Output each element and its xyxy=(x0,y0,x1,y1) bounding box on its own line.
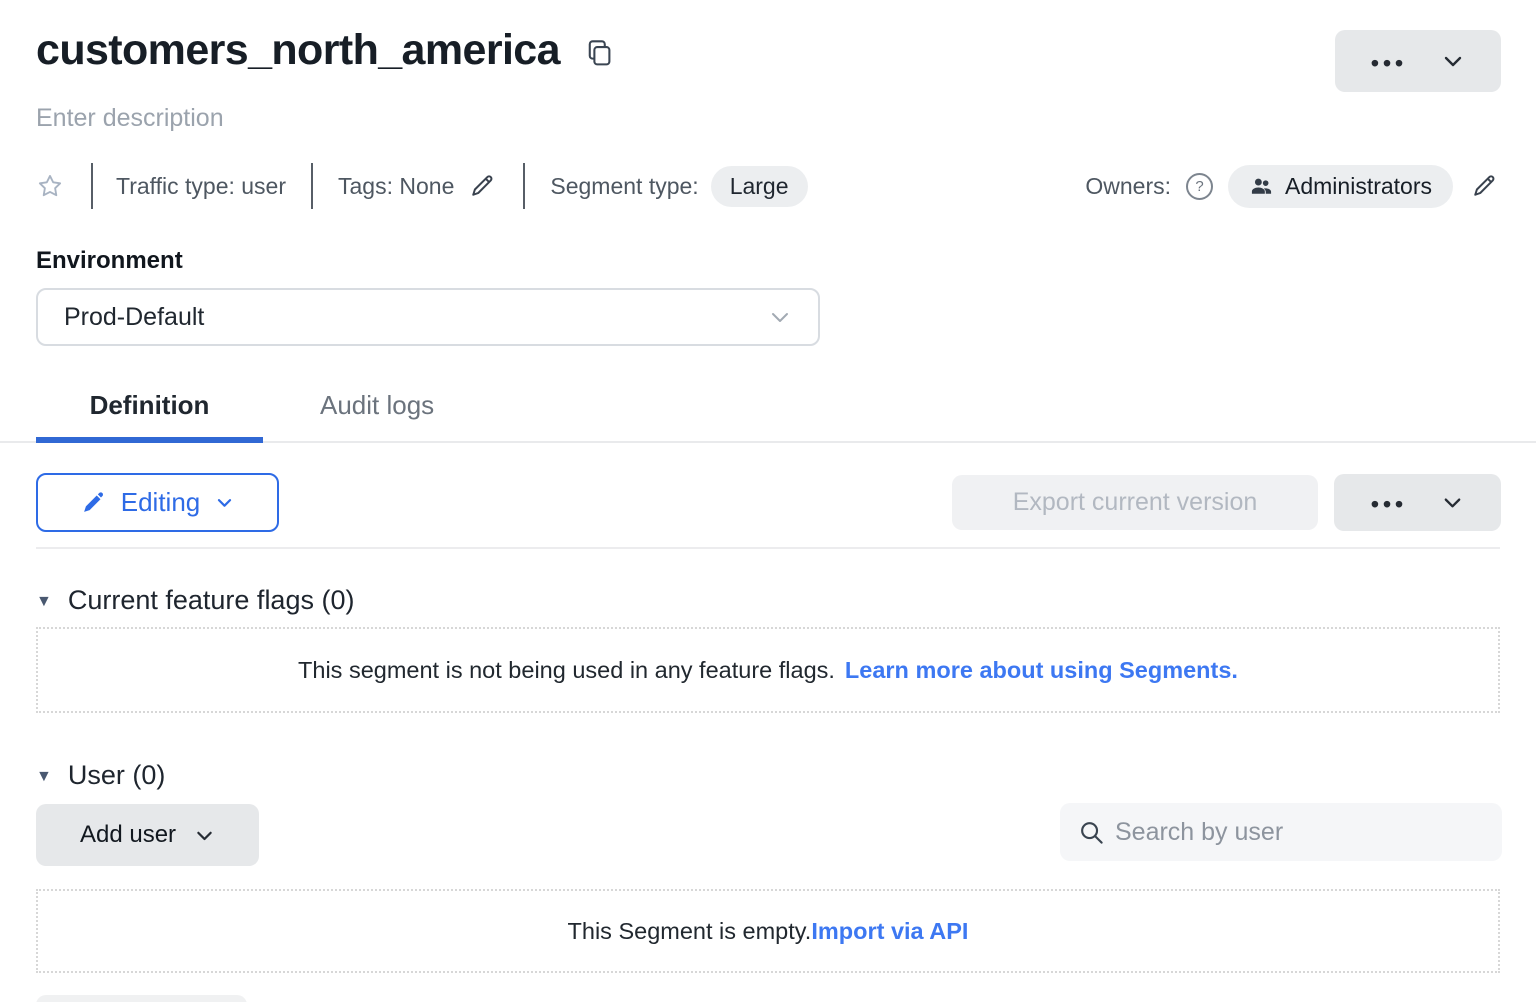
chevron-down-icon xyxy=(194,825,215,846)
page-header: customers_north_america xyxy=(36,26,614,75)
collapse-caret-icon: ▼ xyxy=(36,591,52,610)
tab-definition[interactable]: Definition xyxy=(36,390,263,421)
star-icon xyxy=(36,172,64,200)
feature-flags-empty-state: This segment is not being used in any fe… xyxy=(36,627,1500,713)
environment-value: Prod-Default xyxy=(64,303,768,332)
description-placeholder[interactable]: Enter description xyxy=(36,104,224,133)
cutoff-bottom-button[interactable] xyxy=(36,995,247,1002)
divider xyxy=(523,163,525,209)
tags-label: Tags: None xyxy=(338,173,454,200)
edit-tags-button[interactable] xyxy=(466,170,498,202)
edit-owners-button[interactable] xyxy=(1468,170,1500,202)
chevron-down-icon xyxy=(1441,49,1465,73)
segment-type-badge: Large xyxy=(711,166,808,207)
owners-label: Owners: xyxy=(1085,173,1171,200)
tab-audit-logs[interactable]: Audit logs xyxy=(320,390,434,421)
environment-select[interactable]: Prod-Default xyxy=(36,288,820,346)
segment-type-label: Segment type: xyxy=(550,173,698,200)
favorite-button[interactable] xyxy=(36,172,64,200)
divider xyxy=(91,163,93,209)
help-icon[interactable]: ? xyxy=(1186,173,1213,200)
user-section-header[interactable]: ▼ User (0) xyxy=(36,760,165,791)
editing-label: Editing xyxy=(121,487,201,518)
active-tab-indicator xyxy=(36,437,263,443)
search-icon xyxy=(1078,819,1105,846)
people-icon xyxy=(1249,174,1274,199)
user-heading: User (0) xyxy=(68,760,166,791)
chevron-down-icon xyxy=(768,305,792,329)
ellipsis-icon: ••• xyxy=(1371,48,1407,75)
chevron-down-icon xyxy=(1441,491,1464,514)
user-search xyxy=(1060,803,1502,861)
feature-flags-empty-text: This segment is not being used in any fe… xyxy=(298,657,835,684)
toolbar-more-button[interactable]: ••• xyxy=(1334,474,1501,531)
segment-detail-page: customers_north_america Enter descriptio… xyxy=(0,0,1536,1002)
meta-bar: Traffic type: user Tags: None Segment ty… xyxy=(36,163,1500,209)
search-by-user-input[interactable] xyxy=(1115,818,1484,847)
copy-name-button[interactable] xyxy=(584,38,614,70)
pencil-icon xyxy=(468,172,496,200)
environment-label: Environment xyxy=(36,247,183,275)
export-version-button[interactable]: Export current version xyxy=(952,475,1318,530)
learn-more-link[interactable]: Learn more about using Segments. xyxy=(845,657,1238,684)
owners-value: Administrators xyxy=(1285,173,1432,200)
feature-flags-section-header[interactable]: ▼ Current feature flags (0) xyxy=(36,585,354,616)
segment-empty-text: This Segment is empty. xyxy=(568,918,812,945)
pencil-icon xyxy=(1470,172,1498,200)
add-user-button[interactable]: Add user xyxy=(36,804,259,866)
feature-flags-heading: Current feature flags (0) xyxy=(68,585,355,616)
import-via-api-link[interactable]: Import via API xyxy=(811,918,968,945)
ellipsis-icon: ••• xyxy=(1371,489,1407,516)
collapse-caret-icon: ▼ xyxy=(36,766,52,785)
editing-mode-button[interactable]: Editing xyxy=(36,473,279,532)
divider xyxy=(311,163,313,209)
section-divider xyxy=(36,547,1500,549)
chevron-down-icon xyxy=(215,493,234,512)
header-more-button[interactable]: ••• xyxy=(1335,30,1501,92)
owners-badge[interactable]: Administrators xyxy=(1228,165,1453,208)
owners-group: Owners: ? Administrators xyxy=(1085,165,1500,208)
user-empty-state: This Segment is empty. Import via API xyxy=(36,889,1500,973)
traffic-type-label: Traffic type: user xyxy=(116,173,286,200)
add-user-label: Add user xyxy=(80,821,176,849)
copy-icon xyxy=(585,39,613,69)
page-title: customers_north_america xyxy=(36,26,560,75)
pencil-icon xyxy=(81,490,106,515)
